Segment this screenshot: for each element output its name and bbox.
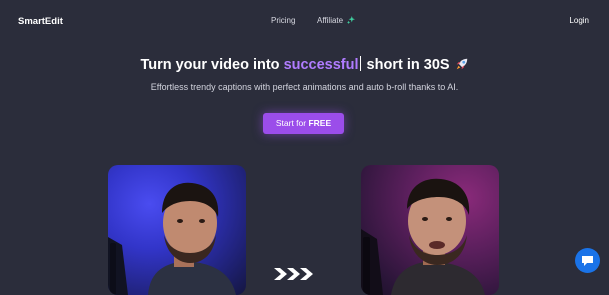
nav-pricing-link[interactable]: Pricing xyxy=(271,16,295,25)
person-illustration xyxy=(361,178,485,295)
start-free-button[interactable]: Start for FREE xyxy=(263,113,344,134)
hero-title-end: short in 30S xyxy=(362,57,450,73)
nav-affiliate-label: Affiliate xyxy=(317,16,344,25)
hero-title: Turn your video into successful short in… xyxy=(0,56,609,73)
rocket-icon xyxy=(456,58,467,70)
nav-affiliate-link[interactable]: Affiliate xyxy=(317,16,356,25)
sparkle-icon xyxy=(347,16,356,24)
navbar: SmartEdit Pricing Affiliate Login xyxy=(0,0,609,42)
cta-label-free: FREE xyxy=(308,118,332,128)
triple-chevron-right-icon xyxy=(274,268,313,280)
hero-title-start: Turn your video into xyxy=(140,57,284,73)
after-video-preview[interactable] xyxy=(361,165,499,295)
hero-title-accent: successful xyxy=(283,57,359,73)
cta-label: Start for xyxy=(275,118,309,128)
typing-caret xyxy=(359,56,361,71)
chat-bubble-icon xyxy=(582,256,593,266)
person-illustration xyxy=(108,182,236,295)
hero-subtitle: Effortless trendy captions with perfect … xyxy=(150,82,459,92)
brand-logo[interactable]: SmartEdit xyxy=(18,16,63,27)
chat-widget-button[interactable] xyxy=(575,248,600,273)
before-video-preview[interactable] xyxy=(108,165,246,295)
login-link[interactable]: Login xyxy=(569,16,589,25)
